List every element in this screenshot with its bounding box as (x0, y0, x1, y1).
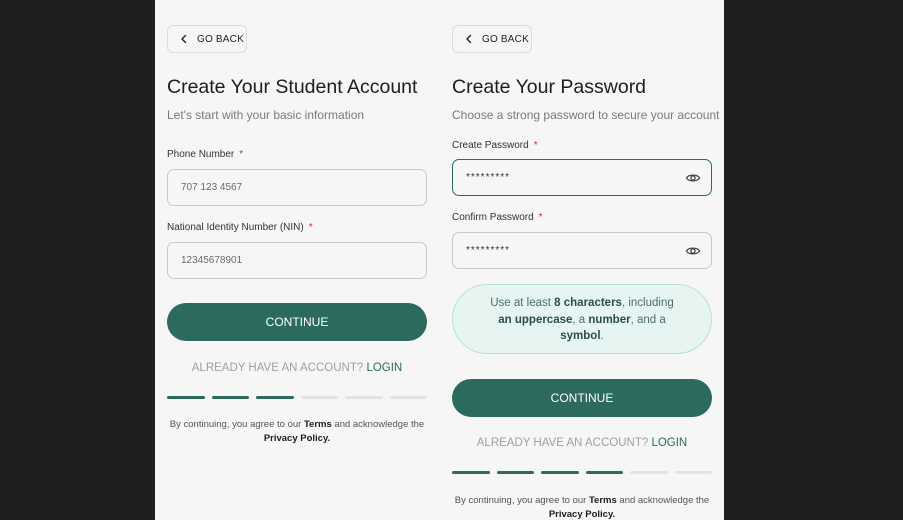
terms-link[interactable]: Terms (304, 419, 332, 430)
signup-panel: GO BACK Create Your Student Account Let'… (155, 0, 724, 520)
required-marker: * (538, 212, 543, 223)
phone-number-placeholder: 707 123 4567 (181, 182, 243, 193)
login-link[interactable]: LOGIN (651, 437, 687, 449)
progress-segment (630, 471, 668, 474)
progress-segment (167, 396, 205, 399)
go-back-button[interactable]: GO BACK (452, 25, 532, 53)
create-password-input[interactable]: ********* (452, 159, 712, 196)
create-password-label: Create Password * (452, 140, 538, 151)
eye-icon[interactable] (685, 170, 701, 186)
progress-segment (256, 396, 294, 399)
progress-segment (585, 471, 623, 474)
password-requirements-hint: Use at least 8 characters, including an u… (452, 284, 712, 354)
eye-icon[interactable] (685, 243, 701, 259)
phone-number-input[interactable]: 707 123 4567 (167, 169, 427, 206)
continue-button[interactable]: CONTINUE (167, 303, 427, 341)
login-link[interactable]: LOGIN (366, 362, 402, 374)
required-marker: * (533, 140, 538, 151)
chevron-left-icon (181, 34, 187, 44)
terms-link[interactable]: Terms (589, 495, 617, 506)
progress-segment (300, 396, 338, 399)
nin-input[interactable]: 12345678901 (167, 242, 427, 279)
page-subtitle: Let's start with your basic information (167, 108, 365, 122)
progress-segment (345, 396, 383, 399)
login-prompt: ALREADY HAVE AN ACCOUNT? LOGIN (476, 437, 688, 449)
go-back-label: GO BACK (482, 33, 529, 45)
progress-segment (496, 471, 534, 474)
login-prompt: ALREADY HAVE AN ACCOUNT? LOGIN (191, 362, 403, 374)
go-back-label: GO BACK (197, 33, 244, 45)
continue-button[interactable]: CONTINUE (452, 379, 712, 417)
legal-notice: By continuing, you agree to our Terms an… (454, 495, 710, 520)
progress-segment (541, 471, 579, 474)
step-progress (167, 396, 427, 399)
step-progress (452, 471, 712, 474)
page-title: Create Your Student Account (167, 76, 418, 98)
progress-segment (452, 471, 490, 474)
progress-segment (674, 471, 712, 474)
nin-label: National Identity Number (NIN) * (167, 222, 313, 233)
chevron-left-icon (466, 34, 472, 44)
required-marker: * (239, 149, 244, 160)
legal-notice: By continuing, you agree to our Terms an… (169, 419, 425, 444)
page-title: Create Your Password (452, 76, 647, 98)
nin-placeholder: 12345678901 (181, 255, 243, 266)
confirm-password-input[interactable]: ********* (452, 232, 712, 269)
go-back-button[interactable]: GO BACK (167, 25, 247, 53)
progress-segment (211, 396, 249, 399)
progress-segment (389, 396, 427, 399)
privacy-policy-link[interactable]: Privacy Policy. (264, 433, 330, 444)
page-subtitle: Choose a strong password to secure your … (452, 108, 720, 122)
password-value: ********* (466, 172, 511, 183)
confirm-password-label: Confirm Password * (452, 212, 543, 223)
phone-number-label: Phone Number * (167, 149, 244, 160)
privacy-policy-link[interactable]: Privacy Policy. (549, 509, 615, 520)
password-value: ********* (466, 245, 511, 256)
required-marker: * (308, 222, 313, 233)
